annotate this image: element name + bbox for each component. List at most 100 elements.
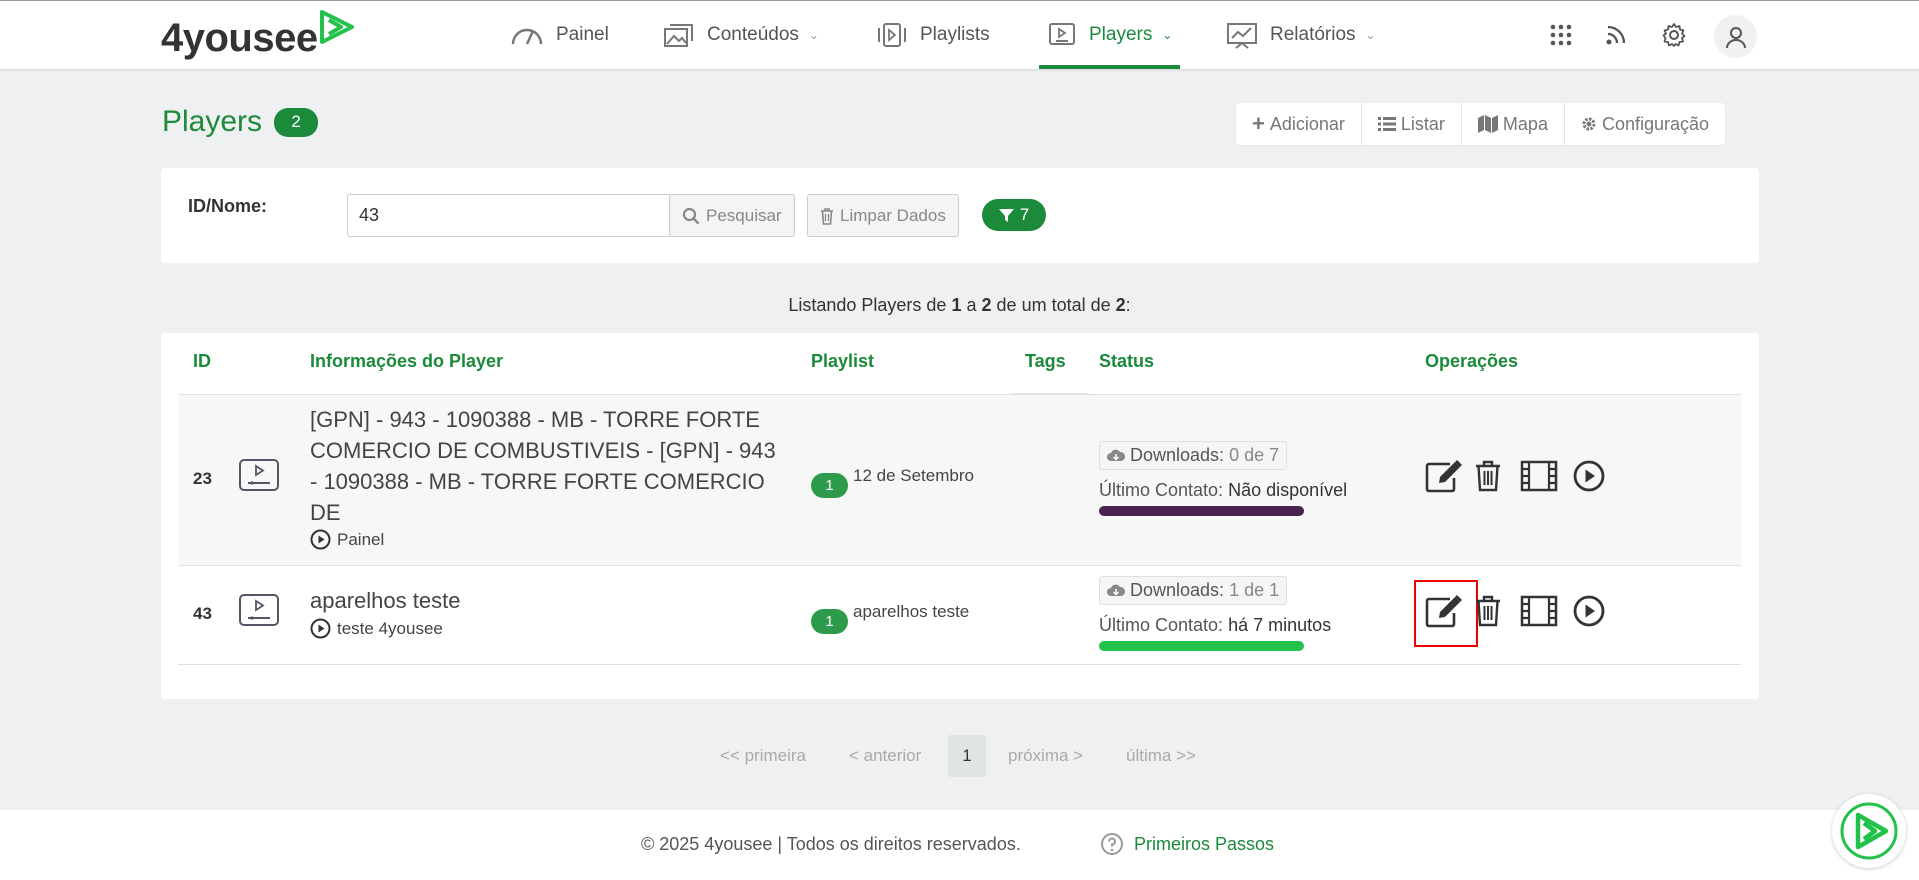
nav-playlists[interactable]: Playlists (876, 1, 990, 69)
add-button[interactable]: + Adicionar (1236, 103, 1362, 145)
col-header-status[interactable]: Status (1099, 351, 1154, 372)
playlist-name[interactable]: 12 de Setembro (853, 466, 974, 486)
getting-started-label: Primeiros Passos (1134, 833, 1275, 854)
add-button-label: Adicionar (1269, 113, 1345, 134)
media-button[interactable] (1520, 595, 1558, 627)
downloads-pill: Downloads: 1 de 1 (1099, 576, 1288, 605)
pagination-next[interactable]: próxima > (1008, 735, 1083, 777)
col-header-playlist[interactable]: Playlist (811, 351, 874, 372)
filter-label: ID/Nome: (188, 196, 268, 216)
assistant-launcher-button[interactable] (1832, 794, 1906, 868)
page-title: Players 2 (162, 105, 319, 139)
map-button[interactable]: Mapa (1462, 103, 1565, 145)
row-id: 43 (193, 604, 212, 623)
active-filters-badge[interactable]: 7 (982, 199, 1046, 231)
nav-relatorios[interactable]: Relatórios ⌄ (1226, 1, 1376, 69)
nav-painel-label: Painel (556, 24, 609, 45)
media-button[interactable] (1520, 460, 1558, 492)
nav-painel[interactable]: Painel (510, 1, 609, 69)
apps-grid-icon[interactable] (1544, 18, 1578, 52)
filter-count: 7 (1019, 205, 1030, 224)
logo-play-icon (1840, 802, 1898, 860)
nav-players[interactable]: Players ⌄ (1038, 1, 1181, 69)
help-icon (1101, 833, 1123, 855)
player-group: Painel (310, 529, 384, 550)
nav-conteudos-label: Conteúdos (707, 24, 799, 45)
cog-icon (1582, 117, 1596, 131)
row-id: 23 (193, 469, 212, 488)
downloads-value: 1 de 1 (1229, 580, 1280, 600)
last-contact-label: Último Contato: (1099, 615, 1224, 635)
id-name-search-input[interactable] (347, 194, 671, 237)
search-button[interactable]: Pesquisar (669, 194, 795, 237)
rss-icon[interactable] (1599, 18, 1633, 52)
downloads-label: Downloads: (1130, 445, 1225, 465)
listing-suffix: : (1125, 295, 1131, 315)
trash-icon (1476, 460, 1500, 492)
pagination-prev[interactable]: < anterior (849, 735, 921, 777)
cloud-download-icon (1107, 449, 1125, 461)
pagination-current[interactable]: 1 (948, 735, 986, 777)
pagination-last[interactable]: última >> (1126, 735, 1196, 777)
player-group: teste 4yousee (310, 618, 443, 639)
gear-icon[interactable] (1657, 18, 1691, 52)
play-button[interactable] (1573, 595, 1605, 627)
clear-data-label: Limpar Dados (840, 205, 946, 225)
last-contact: Último Contato: Não disponível (1099, 480, 1347, 501)
brand-logo[interactable]: 4yousee (161, 10, 354, 61)
top-navbar: 4yousee Painel Conteúdos ⌄ Playlists Pla… (0, 0, 1919, 69)
player-name[interactable]: [GPN] - 943 - 1090388 - MB - TORRE FORTE… (310, 404, 776, 528)
last-contact: Último Contato: há 7 minutos (1099, 615, 1331, 636)
list-icon (1377, 117, 1396, 131)
player-group-label: Painel (337, 529, 385, 549)
config-button[interactable]: Configuração (1565, 103, 1725, 145)
nav-conteudos[interactable]: Conteúdos ⌄ (663, 1, 819, 69)
delete-button[interactable] (1475, 460, 1501, 492)
delete-button[interactable] (1475, 595, 1501, 627)
play-circle-icon (1573, 460, 1605, 492)
downloads-pill: Downloads: 0 de 7 (1099, 441, 1288, 470)
col-header-id[interactable]: ID (193, 351, 211, 372)
player-name[interactable]: aparelhos teste (310, 585, 460, 616)
gauge-icon (511, 28, 543, 45)
film-icon (1520, 595, 1558, 627)
map-icon (1477, 115, 1498, 133)
nav-relatorios-label: Relatórios (1270, 24, 1356, 45)
list-button[interactable]: Listar (1362, 103, 1462, 145)
footer-copyright: © 2025 4yousee | Todos os direitos reser… (641, 834, 1021, 854)
getting-started-link[interactable]: Primeiros Passos (1100, 832, 1274, 856)
player-group-label: teste 4yousee (337, 618, 443, 638)
config-button-label: Configuração (1601, 113, 1710, 134)
user-menu-button[interactable] (1714, 15, 1757, 58)
pagination-first[interactable]: << primeira (720, 735, 806, 777)
trash-icon (1476, 595, 1500, 627)
playlist-count-badge: 1 (811, 473, 848, 498)
player-name-line: - 1090388 - MB - TORRE FORTE COMERCIO (310, 469, 765, 494)
col-header-tags[interactable]: Tags (1025, 351, 1066, 372)
play-circle-icon (310, 529, 331, 550)
downloads-value: 0 de 7 (1229, 445, 1280, 465)
player-device-icon (239, 594, 279, 626)
player-name-line: DE (310, 500, 341, 525)
listing-from: 1 (951, 295, 962, 315)
clear-data-button[interactable]: Limpar Dados (807, 194, 959, 237)
player-name-line: [GPN] - 943 - 1090388 - MB - TORRE FORTE (310, 407, 760, 432)
player-icon (1049, 23, 1075, 45)
search-icon (682, 207, 700, 224)
play-button[interactable] (1573, 460, 1605, 492)
play-circle-icon (310, 618, 331, 639)
status-bar (1099, 506, 1304, 516)
edit-button[interactable] (1424, 458, 1464, 494)
logo-play-icon (320, 10, 354, 44)
search-button-label: Pesquisar (706, 205, 782, 225)
player-name-line: aparelhos teste (310, 588, 461, 613)
listing-mid: de um total de (996, 295, 1111, 315)
playlist-name[interactable]: aparelhos teste (853, 602, 969, 622)
chevron-down-icon: ⌄ (1162, 28, 1173, 42)
nav-playlists-label: Playlists (920, 24, 990, 45)
col-header-info[interactable]: Informações do Player (310, 351, 503, 372)
listing-to: 2 (981, 295, 992, 315)
edit-icon (1425, 460, 1462, 493)
listing-total: 2 (1115, 295, 1126, 315)
player-device-icon (239, 459, 279, 491)
